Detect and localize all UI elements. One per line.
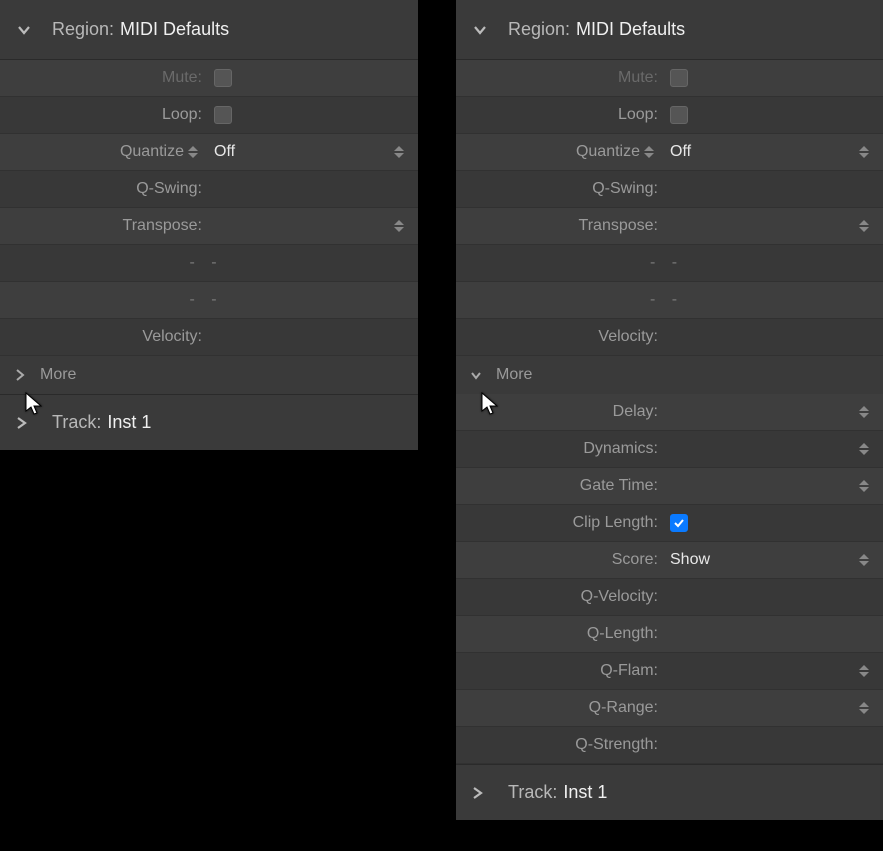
chevron-right-icon: [14, 369, 32, 381]
dash-value-1: - -: [189, 254, 222, 271]
transpose-row[interactable]: Transpose:: [456, 208, 883, 245]
score-label: Score:: [456, 551, 664, 569]
mute-row: Mute:: [0, 60, 418, 97]
loop-label: Loop:: [456, 106, 664, 124]
qswing-row[interactable]: Q-Swing:: [0, 171, 418, 208]
velocity-row[interactable]: Velocity:: [456, 319, 883, 356]
quantize-label: Quantize: [576, 143, 640, 161]
blank-row-2: - -: [0, 282, 418, 319]
loop-row: Loop:: [456, 97, 883, 134]
qvelocity-row[interactable]: Q-Velocity:: [456, 579, 883, 616]
score-value: Show: [670, 551, 710, 569]
qrange-label: Q-Range:: [456, 699, 664, 717]
gatetime-row[interactable]: Gate Time:: [456, 468, 883, 505]
dash-value-2: - -: [189, 291, 222, 308]
track-header[interactable]: Track: Inst 1: [0, 394, 418, 450]
blank-row-2: - -: [456, 282, 883, 319]
chevron-right-icon: [14, 416, 34, 430]
chevron-down-icon: [470, 22, 490, 38]
mute-label: Mute:: [456, 69, 664, 87]
qstrength-row[interactable]: Q-Strength:: [456, 727, 883, 764]
quantize-mode-stepper[interactable]: [644, 141, 658, 163]
qflam-stepper[interactable]: [859, 660, 873, 682]
region-label: Region:: [508, 19, 570, 40]
delay-label: Delay:: [456, 403, 664, 421]
track-value: Inst 1: [563, 782, 607, 803]
quantize-label: Quantize: [120, 143, 184, 161]
track-label: Track:: [508, 782, 557, 803]
qswing-label: Q-Swing:: [0, 180, 208, 198]
velocity-label: Velocity:: [456, 328, 664, 346]
chevron-down-icon: [14, 22, 34, 38]
quantize-row[interactable]: Quantize Off: [0, 134, 418, 171]
delay-stepper[interactable]: [859, 401, 873, 423]
dynamics-row[interactable]: Dynamics:: [456, 431, 883, 468]
chevron-down-icon: [470, 369, 488, 381]
inspector-panel-right: Region: MIDI Defaults Mute: Loop: Quanti…: [456, 0, 883, 820]
transpose-label: Transpose:: [0, 217, 208, 235]
qflam-row[interactable]: Q-Flam:: [456, 653, 883, 690]
region-header[interactable]: Region: MIDI Defaults: [456, 0, 883, 60]
inspector-panel-left: Region: MIDI Defaults Mute: Loop: Quanti…: [0, 0, 418, 450]
loop-row: Loop:: [0, 97, 418, 134]
region-value: MIDI Defaults: [120, 19, 229, 40]
qrange-stepper[interactable]: [859, 697, 873, 719]
score-stepper[interactable]: [859, 549, 873, 571]
mute-row: Mute:: [456, 60, 883, 97]
mute-checkbox[interactable]: [214, 69, 232, 87]
qrange-row[interactable]: Q-Range:: [456, 690, 883, 727]
quantize-row[interactable]: Quantize Off: [456, 134, 883, 171]
cliplength-row: Clip Length:: [456, 505, 883, 542]
more-disclosure[interactable]: More: [0, 356, 418, 394]
cliplength-checkbox[interactable]: [670, 514, 688, 532]
quantize-stepper[interactable]: [859, 141, 873, 163]
velocity-row[interactable]: Velocity:: [0, 319, 418, 356]
score-row[interactable]: Score: Show: [456, 542, 883, 579]
region-value: MIDI Defaults: [576, 19, 685, 40]
loop-checkbox[interactable]: [214, 106, 232, 124]
quantize-value: Off: [214, 143, 235, 161]
qflam-label: Q-Flam:: [456, 662, 664, 680]
quantize-mode-stepper[interactable]: [188, 141, 202, 163]
gatetime-label: Gate Time:: [456, 477, 664, 495]
qswing-label: Q-Swing:: [456, 180, 664, 198]
region-header[interactable]: Region: MIDI Defaults: [0, 0, 418, 60]
track-label: Track:: [52, 412, 101, 433]
qvelocity-label: Q-Velocity:: [456, 588, 664, 606]
qswing-row[interactable]: Q-Swing:: [456, 171, 883, 208]
transpose-label: Transpose:: [456, 217, 664, 235]
transpose-stepper[interactable]: [394, 215, 408, 237]
gatetime-stepper[interactable]: [859, 475, 873, 497]
qlength-row[interactable]: Q-Length:: [456, 616, 883, 653]
qlength-label: Q-Length:: [456, 625, 664, 643]
track-header[interactable]: Track: Inst 1: [456, 764, 883, 820]
quantize-stepper[interactable]: [394, 141, 408, 163]
dash-value-1: - -: [650, 254, 683, 271]
velocity-label: Velocity:: [0, 328, 208, 346]
blank-row-1: - -: [0, 245, 418, 282]
chevron-right-icon: [470, 786, 490, 800]
track-value: Inst 1: [107, 412, 151, 433]
mute-checkbox[interactable]: [670, 69, 688, 87]
more-label: More: [40, 366, 76, 384]
dynamics-label: Dynamics:: [456, 440, 664, 458]
mute-label: Mute:: [0, 69, 208, 87]
loop-label: Loop:: [0, 106, 208, 124]
dash-value-2: - -: [650, 291, 683, 308]
cliplength-label: Clip Length:: [456, 514, 664, 532]
loop-checkbox[interactable]: [670, 106, 688, 124]
more-disclosure[interactable]: More: [456, 356, 883, 394]
delay-row[interactable]: Delay:: [456, 394, 883, 431]
transpose-row[interactable]: Transpose:: [0, 208, 418, 245]
region-label: Region:: [52, 19, 114, 40]
dynamics-stepper[interactable]: [859, 438, 873, 460]
quantize-value: Off: [670, 143, 691, 161]
transpose-stepper[interactable]: [859, 215, 873, 237]
qstrength-label: Q-Strength:: [456, 736, 664, 754]
more-label: More: [496, 366, 532, 384]
blank-row-1: - -: [456, 245, 883, 282]
